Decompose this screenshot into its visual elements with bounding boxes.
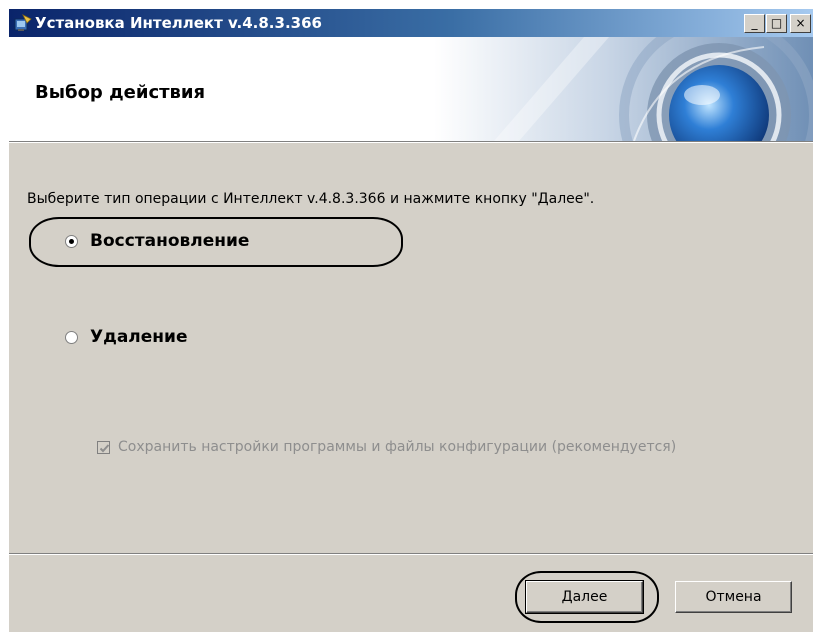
decorative-lens-graphic [434,37,813,141]
footer-separator [9,553,813,555]
installer-icon [14,14,32,32]
title-bar[interactable]: Установка Интеллект v.4.8.3.366 _ □ × [9,9,813,37]
keep-settings-checkbox[interactable] [97,440,110,454]
checkmark-icon [99,443,110,452]
window-title: Установка Интеллект v.4.8.3.366 [35,14,322,32]
radio-selected-dot [69,238,74,244]
maximize-button[interactable]: □ [766,14,787,33]
minimize-button[interactable]: _ [744,14,765,33]
close-button[interactable]: × [790,14,811,33]
wizard-header: Выбор действия [9,37,813,142]
header-separator [9,142,813,143]
radio-remove[interactable] [65,330,78,344]
next-button[interactable]: Далее [525,580,644,614]
cancel-button[interactable]: Отмена [675,581,792,613]
keep-settings-option[interactable]: Сохранить настройки программы и файлы ко… [97,439,676,455]
keep-settings-label: Сохранить настройки программы и файлы ко… [118,439,677,455]
option-restore[interactable]: Восстановление [65,231,249,251]
radio-restore[interactable] [65,234,78,248]
page-title: Выбор действия [35,82,206,103]
option-remove-label[interactable]: Удаление [90,327,187,347]
instruction-text: Выберите тип операции с Интеллект v.4.8.… [27,191,595,207]
option-remove[interactable]: Удаление [65,327,187,347]
option-restore-label[interactable]: Восстановление [90,231,249,251]
installer-window: Установка Интеллект v.4.8.3.366 _ □ × Вы… [8,8,813,632]
